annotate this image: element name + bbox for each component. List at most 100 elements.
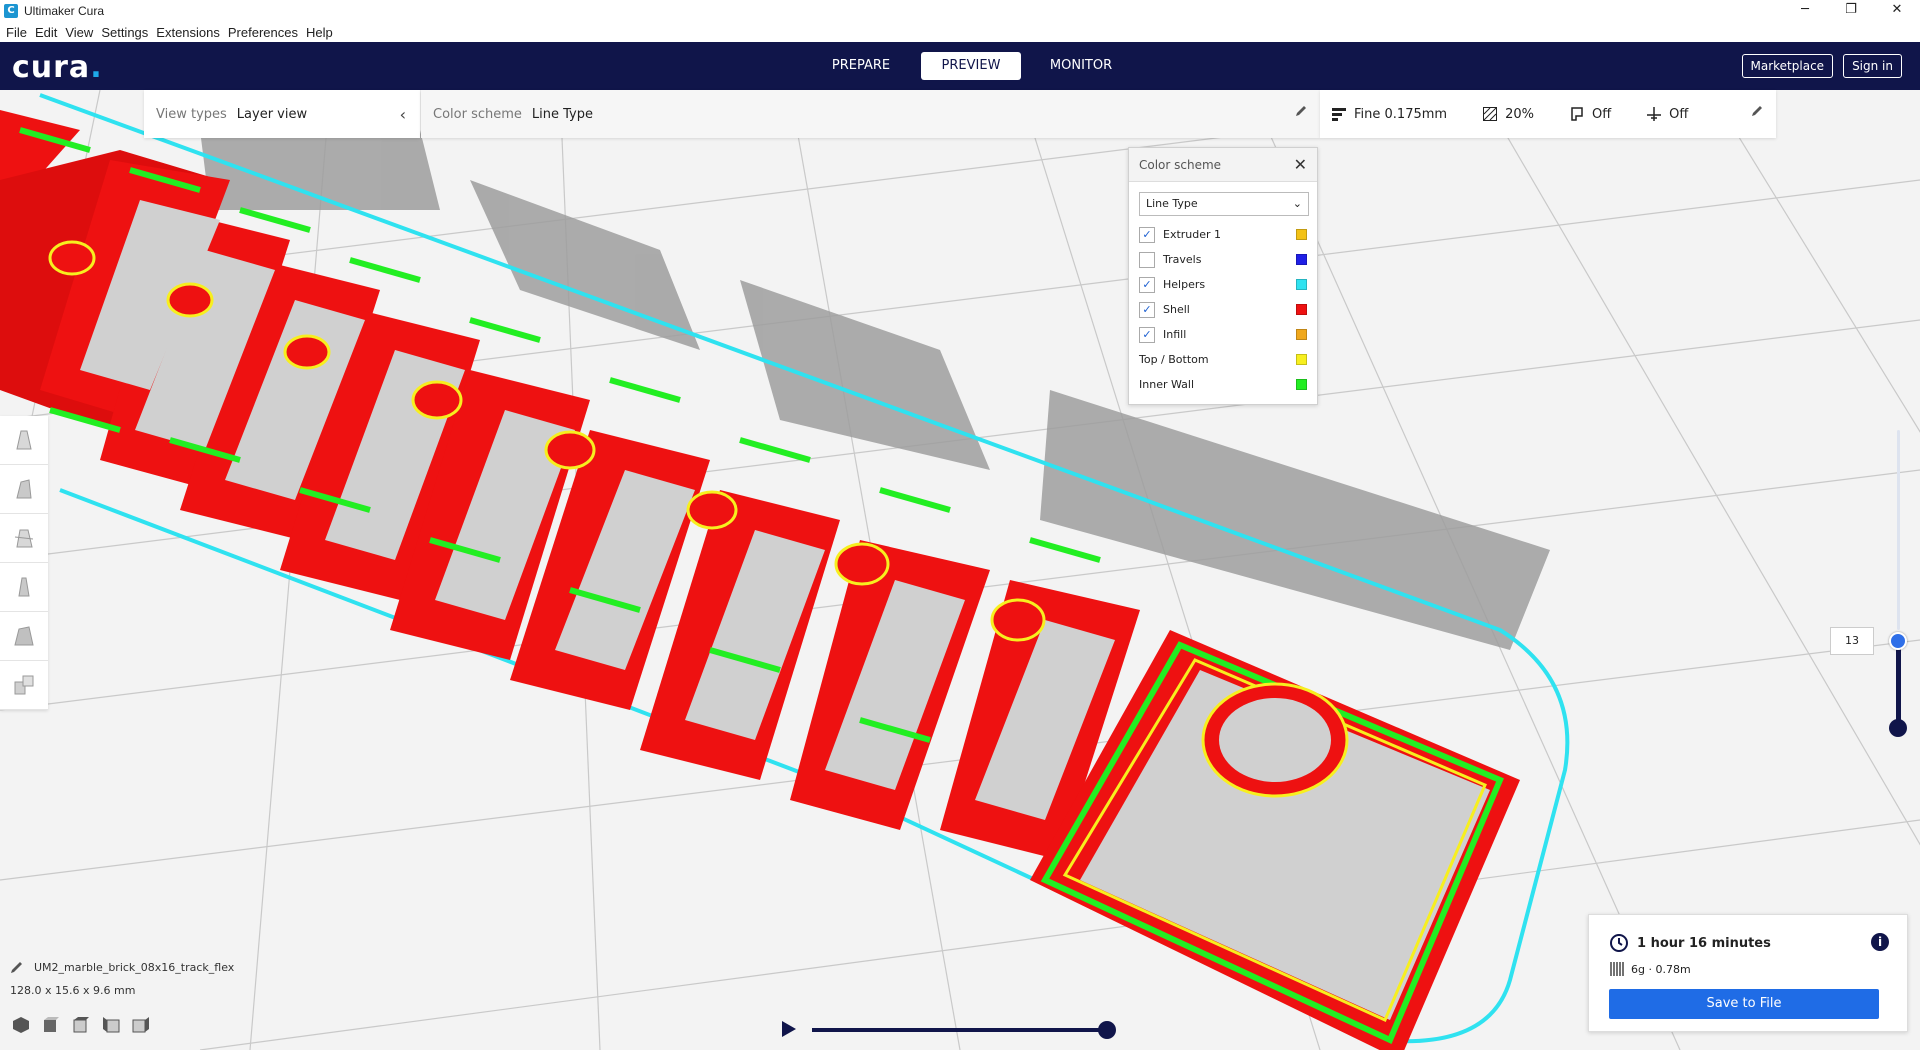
profile-setting[interactable]: Fine 0.175mm	[1332, 107, 1447, 122]
legend-color-swatch	[1296, 329, 1307, 340]
legend-checkbox[interactable]	[1139, 251, 1155, 268]
legend-checkbox[interactable]: ✓	[1139, 301, 1155, 318]
print-settings-panel[interactable]: Fine 0.175mm 20% Off Off	[1320, 90, 1776, 138]
infill-value: 20%	[1505, 106, 1534, 122]
menu-edit[interactable]: Edit	[35, 25, 57, 40]
right-view-icon[interactable]	[132, 1016, 150, 1034]
infill-setting[interactable]: 20%	[1483, 107, 1534, 122]
close-window-button[interactable]: ✕	[1874, 0, 1920, 22]
legend-label: Travels	[1163, 253, 1202, 266]
save-to-file-button[interactable]: Save to File	[1609, 989, 1879, 1019]
support-blocker-icon	[14, 675, 34, 695]
legend-color-swatch	[1296, 229, 1307, 240]
per-model-settings-button[interactable]	[0, 612, 48, 661]
support-icon	[1571, 107, 1583, 121]
legend-color-swatch	[1296, 304, 1307, 315]
path-slider-track[interactable]	[812, 1028, 1104, 1032]
front-view-icon[interactable]	[42, 1016, 60, 1034]
adhesion-setting[interactable]: Off	[1647, 107, 1688, 122]
pencil-icon[interactable]	[1294, 104, 1308, 118]
adhesion-value: Off	[1669, 106, 1689, 122]
legend-item: Inner Wall	[1129, 372, 1317, 397]
support-setting[interactable]: Off	[1570, 107, 1611, 122]
color-scheme-dropdown[interactable]: Line Type ⌄	[1139, 192, 1309, 216]
profile-value: Fine 0.175mm	[1354, 106, 1448, 122]
rotate-tool-button[interactable]	[0, 514, 48, 563]
minimize-button[interactable]: ─	[1782, 0, 1828, 22]
legend-item[interactable]: ✓ Infill	[1129, 322, 1317, 347]
layer-view-viewport[interactable]	[0, 90, 1920, 1050]
rotate-icon	[14, 529, 34, 548]
mirror-tool-button[interactable]	[0, 563, 48, 612]
legend-item[interactable]: ✓ Helpers	[1129, 272, 1317, 297]
edit-settings-icon[interactable]	[1750, 104, 1764, 118]
menu-help[interactable]: Help	[306, 25, 333, 40]
left-view-icon[interactable]	[102, 1016, 120, 1034]
clock-icon	[1610, 934, 1628, 952]
layer-slider-lower-handle[interactable]	[1889, 719, 1907, 737]
path-slider-handle[interactable]	[1098, 1021, 1116, 1039]
color-scheme-value[interactable]: Line Type	[532, 107, 593, 122]
move-tool-button[interactable]	[0, 416, 48, 465]
legend-item[interactable]: ✓ Extruder 1	[1129, 222, 1317, 247]
stage-tabs: PREPARE PREVIEW MONITOR	[806, 52, 1136, 80]
legend-color-swatch	[1296, 354, 1307, 365]
pencil-icon[interactable]	[10, 960, 24, 974]
legend-checkbox[interactable]: ✓	[1139, 226, 1155, 243]
tab-preview[interactable]: PREVIEW	[921, 52, 1021, 80]
cura-app-icon: C	[4, 4, 18, 18]
print-action-panel: 1 hour 16 minutes i 6g · 0.78m Save to F…	[1588, 914, 1908, 1032]
layer-slider[interactable]: 13	[1826, 430, 1907, 750]
window-title: Ultimaker Cura	[24, 4, 105, 18]
sign-in-button[interactable]: Sign in	[1843, 54, 1902, 78]
adhesion-icon	[1647, 107, 1662, 121]
legend-label: Helpers	[1163, 278, 1206, 291]
info-icon[interactable]: i	[1871, 933, 1889, 951]
legend-color-swatch	[1296, 279, 1307, 290]
color-scheme-legend: ✓ Extruder 1 Travels ✓ Helpers ✓ Shell ✓ Infill T…	[1129, 222, 1317, 397]
play-icon[interactable]	[780, 1020, 798, 1038]
build-plate-scene	[0, 90, 1920, 1050]
print-time: 1 hour 16 minutes	[1637, 935, 1771, 951]
scale-tool-button[interactable]	[0, 465, 48, 514]
filament-icon	[1610, 962, 1624, 976]
view-types-value[interactable]: Layer view	[237, 107, 307, 122]
close-icon[interactable]: ✕	[1294, 148, 1307, 182]
view-types-label: View types	[156, 106, 227, 122]
marketplace-button[interactable]: Marketplace	[1741, 54, 1834, 78]
left-toolbar	[0, 416, 48, 710]
color-scheme-popup: Color scheme ✕ Line Type ⌄ ✓ Extruder 1 Tr…	[1128, 147, 1318, 405]
menu-file[interactable]: File	[6, 25, 27, 40]
menu-extensions[interactable]: Extensions	[156, 25, 220, 40]
legend-checkbox[interactable]: ✓	[1139, 326, 1155, 343]
scale-icon	[16, 479, 32, 499]
support-blocker-button[interactable]	[0, 661, 48, 710]
menu-settings[interactable]: Settings	[101, 25, 148, 40]
mirror-icon	[18, 577, 30, 597]
top-view-icon[interactable]	[72, 1016, 90, 1034]
menu-preferences[interactable]: Preferences	[228, 25, 298, 40]
tab-monitor[interactable]: MONITOR	[1031, 52, 1131, 80]
simulation-playback	[780, 1018, 1120, 1040]
restore-button[interactable]: ❐	[1828, 0, 1874, 22]
legend-checkbox[interactable]: ✓	[1139, 276, 1155, 293]
layer-slider-upper-handle[interactable]	[1889, 632, 1907, 650]
app-header: cura. PREPARE PREVIEW MONITOR Marketplac…	[0, 42, 1920, 90]
color-scheme-panel[interactable]: Color scheme Line Type	[421, 90, 1320, 138]
model-dimensions: 128.0 x 15.6 x 9.6 mm	[10, 984, 136, 997]
menu-view[interactable]: View	[65, 25, 93, 40]
3d-view-icon[interactable]	[12, 1016, 30, 1034]
legend-item[interactable]: ✓ Shell	[1129, 297, 1317, 322]
object-info: UM2_marble_brick_08x16_track_flex 128.0 …	[10, 960, 310, 998]
chevron-left-icon[interactable]: ‹	[400, 105, 406, 124]
color-scheme-popup-title: Color scheme	[1139, 158, 1222, 172]
per-model-settings-icon	[14, 626, 34, 646]
tab-prepare[interactable]: PREPARE	[811, 52, 911, 80]
color-scheme-label: Color scheme	[433, 106, 522, 122]
legend-label: Extruder 1	[1163, 228, 1222, 241]
view-type-panel[interactable]: View types Layer view ‹	[144, 90, 420, 138]
current-layer-field[interactable]: 13	[1830, 627, 1874, 655]
menu-bar: File Edit View Settings Extensions Prefe…	[0, 22, 1920, 42]
legend-item[interactable]: Travels	[1129, 247, 1317, 272]
window-title-bar: C Ultimaker Cura ─ ❐ ✕	[0, 0, 1920, 22]
